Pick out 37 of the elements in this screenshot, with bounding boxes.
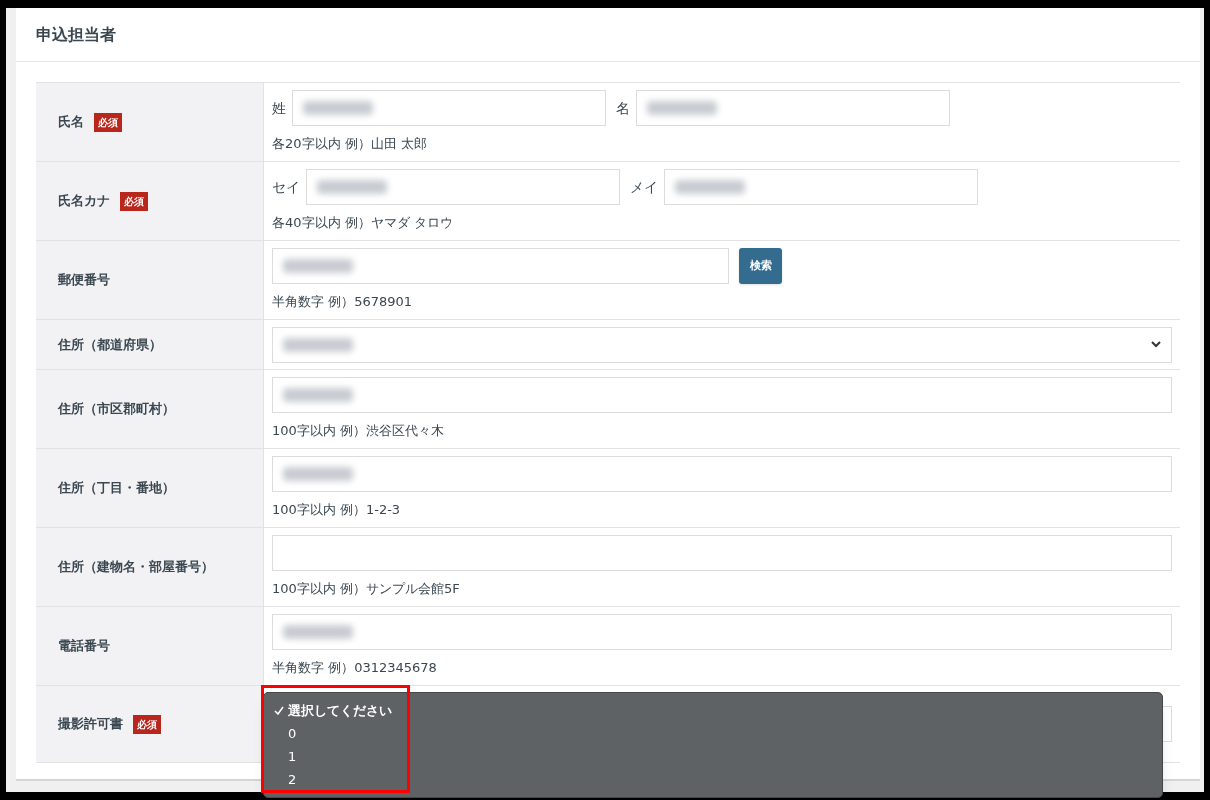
input-field[interactable]	[636, 90, 950, 127]
field-label: 撮影許可書	[58, 715, 123, 734]
input-field[interactable]	[306, 169, 620, 206]
section-title: 申込担当者	[36, 23, 116, 46]
input-field[interactable]	[272, 248, 729, 285]
chevron-down-icon	[1151, 341, 1161, 348]
field-label: セイ	[272, 177, 300, 197]
input-field[interactable]	[292, 90, 606, 127]
field-label: 電話番号	[58, 637, 110, 656]
search-button[interactable]: 検索	[739, 248, 782, 285]
hint-text: 半角数字 例）0312345678	[272, 659, 438, 678]
hint-text: 100字以内 例）サンプル会館5F	[272, 580, 461, 599]
field-label: 姓	[272, 98, 286, 118]
field-label: メイ	[630, 177, 658, 197]
checkmark-icon	[274, 706, 284, 715]
required-badge: 必須	[133, 714, 161, 734]
input-field[interactable]	[272, 377, 1172, 414]
hint-text: 半角数字 例）5678901	[272, 293, 414, 312]
field-label: 氏名	[58, 113, 84, 132]
input-field[interactable]	[272, 535, 1172, 572]
field-label: 氏名カナ	[58, 192, 110, 211]
required-badge: 必須	[94, 112, 122, 132]
hint-text: 各40字以内 例）ヤマダ タロウ	[272, 214, 454, 233]
required-badge: 必須	[120, 191, 148, 211]
select-field[interactable]	[272, 326, 1172, 363]
input-field[interactable]	[272, 614, 1172, 651]
field-label: 郵便番号	[58, 271, 110, 290]
field-label: 住所（丁目・番地）	[58, 479, 175, 498]
field-label: 住所（都道府県）	[58, 335, 162, 354]
hint-text: 100字以内 例）1-2-3	[272, 501, 402, 520]
field-label: 住所（建物名・部屋番号）	[58, 558, 214, 577]
hint-text: 各20字以内 例）山田 太郎	[272, 135, 428, 154]
input-field[interactable]	[664, 169, 978, 206]
input-field[interactable]	[272, 456, 1172, 493]
hint-text: 100字以内 例）渋谷区代々木	[272, 422, 445, 441]
field-label: 住所（市区郡町村）	[58, 400, 175, 419]
field-label: 名	[616, 98, 630, 118]
